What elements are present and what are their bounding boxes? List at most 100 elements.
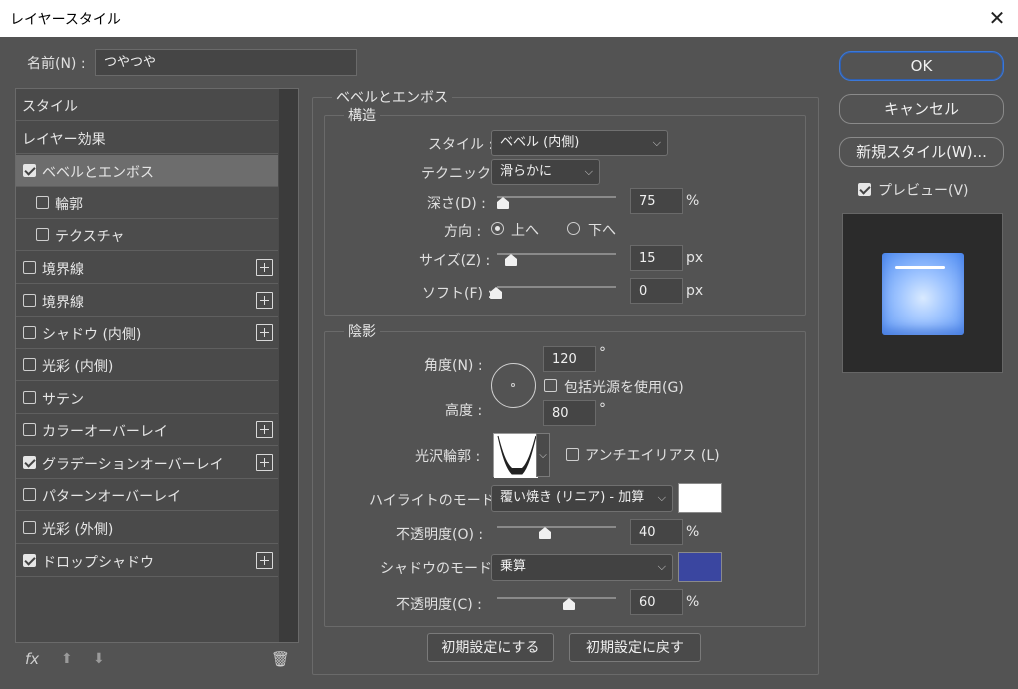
checkbox-icon[interactable]: [36, 228, 49, 241]
style-list-item[interactable]: 光彩 (外側): [16, 512, 278, 544]
new-style-button[interactable]: 新規スタイル(W)...: [839, 137, 1004, 167]
style-list-item-label: 輪郭: [55, 197, 83, 213]
name-input[interactable]: つやつや: [95, 49, 357, 76]
style-list-item-label: パターンオーバーレイ: [42, 489, 182, 505]
style-list-item[interactable]: 光彩 (内側): [16, 349, 278, 381]
highlight-opacity-slider-track[interactable]: [497, 526, 616, 528]
checkbox-icon[interactable]: [23, 391, 36, 404]
chevron-down-icon: ⌵: [657, 560, 666, 573]
depth-slider-track[interactable]: [497, 196, 616, 198]
chevron-down-icon: ⌵: [584, 165, 593, 178]
gloss-contour-preview[interactable]: [493, 433, 538, 478]
ok-button[interactable]: OK: [839, 51, 1004, 81]
angle-label: 角度(N) :: [424, 358, 483, 374]
shadow-opacity-input[interactable]: 60: [630, 589, 683, 615]
make-default-button[interactable]: 初期設定にする: [427, 633, 554, 662]
direction-down-radio[interactable]: [567, 222, 580, 235]
trash-icon[interactable]: 🗑: [271, 650, 290, 668]
style-preview: [842, 213, 1003, 373]
altitude-label: 高度 :: [445, 403, 483, 419]
title-bar: レイヤースタイル ✕: [0, 0, 1018, 37]
technique-select[interactable]: 滑らかに ⌵: [491, 159, 600, 185]
depth-input[interactable]: 75: [630, 188, 683, 214]
highlight-mode-label: ハイライトのモード :: [369, 493, 504, 509]
style-list-item[interactable]: レイヤー効果: [16, 122, 278, 154]
shadow-opacity-slider-track[interactable]: [497, 597, 616, 599]
close-icon[interactable]: ✕: [984, 4, 1010, 32]
soften-input[interactable]: 0: [630, 278, 683, 304]
highlight-opacity-input[interactable]: 40: [630, 519, 683, 545]
style-list-item[interactable]: サテン: [16, 382, 278, 414]
style-list-item[interactable]: 輪郭: [16, 187, 278, 219]
depth-label: 深さ(D) :: [427, 196, 486, 212]
angle-dial[interactable]: [491, 363, 536, 408]
highlight-color-swatch[interactable]: [678, 483, 722, 513]
structure-title: 構造: [344, 105, 380, 125]
shadow-mode-select[interactable]: 乗算 ⌵: [491, 554, 673, 581]
style-list-item-label: シャドウ (内側): [42, 327, 142, 343]
shading-title: 陰影: [344, 321, 380, 341]
global-light-checkbox[interactable]: [544, 379, 557, 392]
style-list-item-label: 境界線: [42, 262, 84, 278]
style-list-item[interactable]: テクスチャ: [16, 219, 278, 251]
checkbox-icon[interactable]: [23, 261, 36, 274]
antialias-label: アンチエイリアス (L): [585, 448, 720, 464]
checkbox-icon[interactable]: [36, 196, 49, 209]
antialias-checkbox[interactable]: [566, 448, 579, 461]
soften-slider-track[interactable]: [497, 286, 616, 288]
style-list-item[interactable]: 境界線: [16, 252, 278, 284]
style-list-item[interactable]: 境界線: [16, 285, 278, 317]
plus-icon[interactable]: [256, 421, 273, 438]
shadow-opacity-unit: %: [686, 594, 700, 610]
global-light-label: 包括光源を使用(G): [564, 380, 684, 396]
name-label: 名前(N) :: [27, 56, 86, 72]
technique-select-value: 滑らかに: [500, 164, 553, 179]
checkbox-icon[interactable]: [23, 521, 36, 534]
gloss-contour-dropdown[interactable]: ⌵: [536, 433, 550, 477]
style-label: スタイル :: [428, 137, 494, 153]
style-list-item-label: サテン: [42, 392, 84, 408]
shadow-opacity-label: 不透明度(C) :: [396, 597, 482, 613]
style-list-item[interactable]: シャドウ (内側): [16, 317, 278, 349]
angle-input[interactable]: 120: [543, 346, 596, 372]
checkbox-icon[interactable]: [23, 358, 36, 371]
plus-icon[interactable]: [256, 292, 273, 309]
checkbox-icon[interactable]: [23, 488, 36, 501]
style-list-item-label: 境界線: [42, 295, 84, 311]
move-down-icon[interactable]: ⬇: [93, 651, 105, 667]
style-list-item[interactable]: グラデーションオーバーレイ: [16, 447, 278, 479]
checkbox-icon[interactable]: [23, 423, 36, 436]
plus-icon[interactable]: [256, 259, 273, 276]
checkbox-checked-icon[interactable]: [23, 164, 36, 177]
style-list-item[interactable]: ベベルとエンボス: [16, 155, 278, 187]
checkbox-icon[interactable]: [23, 326, 36, 339]
style-list-item-label: レイヤー効果: [22, 132, 106, 148]
size-input[interactable]: 15: [630, 245, 683, 271]
style-list-item[interactable]: スタイル: [16, 89, 278, 121]
shadow-color-swatch[interactable]: [678, 552, 722, 582]
plus-icon[interactable]: [256, 454, 273, 471]
checkbox-checked-icon[interactable]: [23, 554, 36, 567]
plus-icon[interactable]: [256, 324, 273, 341]
style-list-item[interactable]: パターンオーバーレイ: [16, 479, 278, 511]
cancel-button[interactable]: キャンセル: [839, 94, 1004, 124]
preview-checkbox[interactable]: [858, 183, 871, 196]
checkbox-icon[interactable]: [23, 294, 36, 307]
styles-list-scrollbar[interactable]: [279, 89, 298, 642]
style-list-item[interactable]: ドロップシャドウ: [16, 545, 278, 577]
plus-icon[interactable]: [256, 552, 273, 569]
bevel-emboss-title: ベベルとエンボス: [332, 87, 452, 107]
reset-default-button[interactable]: 初期設定に戻す: [569, 633, 701, 662]
highlight-mode-value: 覆い焼き (リニア) - 加算: [500, 490, 645, 505]
preview-highlight: [895, 266, 945, 269]
checkbox-checked-icon[interactable]: [23, 456, 36, 469]
style-select-value: ベベル (内側): [500, 135, 580, 150]
altitude-input[interactable]: 80: [543, 400, 596, 426]
shadow-mode-label: シャドウのモード :: [380, 561, 502, 577]
style-list-item[interactable]: カラーオーバーレイ: [16, 414, 278, 446]
move-up-icon[interactable]: ⬆: [61, 651, 73, 667]
highlight-mode-select[interactable]: 覆い焼き (リニア) - 加算 ⌵: [491, 485, 673, 512]
direction-up-radio[interactable]: [491, 222, 504, 235]
fx-icon[interactable]: fx: [25, 650, 39, 668]
style-select[interactable]: ベベル (内側) ⌵: [491, 130, 668, 156]
